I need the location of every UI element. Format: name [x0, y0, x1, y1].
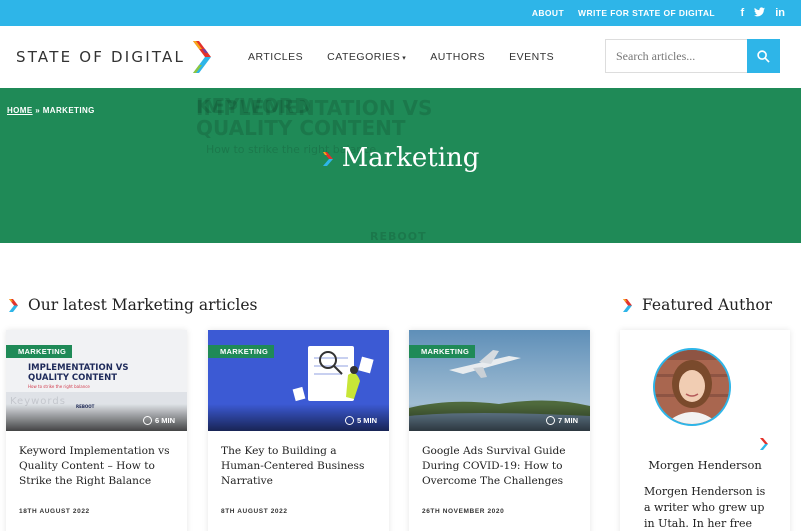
twitter-icon[interactable] — [754, 6, 766, 20]
article-title[interactable]: The Key to Building a Human-Centered Bus… — [221, 444, 379, 489]
clock-icon — [344, 416, 354, 425]
read-time-text: 6 MIN — [154, 416, 175, 425]
thumb-text-1: IMPLEMENTATION VS — [28, 363, 128, 373]
article-date: 26TH NOVEMBER 2020 — [422, 508, 505, 515]
read-time: 7 MIN — [545, 416, 578, 425]
breadcrumb: HOME » MARKETING — [7, 106, 95, 115]
caret-down-icon: ▾ — [402, 55, 407, 62]
category-tag[interactable]: MARKETING — [208, 345, 275, 358]
breadcrumb-separator: » — [35, 106, 41, 115]
author-name[interactable]: Morgen Henderson — [620, 458, 790, 472]
page-title-text: Marketing — [341, 143, 480, 173]
search-icon — [757, 49, 770, 63]
logo-text: STATE OF DIGITAL — [16, 48, 186, 66]
latest-articles-heading-text: Our latest Marketing articles — [28, 296, 258, 314]
nav-categories-label: CATEGORIES — [327, 51, 401, 63]
featured-author-card: Morgen Henderson Morgen Henderson is a w… — [620, 330, 790, 531]
site-header: STATE OF DIGITAL ARTICLES CATEGORIES ▾ AU… — [0, 26, 801, 88]
clock-icon — [545, 416, 555, 425]
heading-chevron-icon — [9, 298, 18, 312]
logo-chevron-icon — [193, 41, 212, 73]
nav-categories[interactable]: CATEGORIES ▾ — [327, 51, 406, 63]
clock-icon — [142, 416, 152, 425]
article-thumbnail[interactable]: MARKETING 5 MIN — [208, 330, 389, 431]
top-bar: ABOUT WRITE FOR STATE OF DIGITAL f in — [0, 0, 801, 26]
author-photo-art — [655, 350, 729, 424]
author-bio: Morgen Henderson is a writer who grew up… — [644, 485, 766, 530]
article-date: 18TH AUGUST 2022 — [19, 508, 90, 515]
write-for-link[interactable]: WRITE FOR STATE OF DIGITAL — [578, 8, 715, 18]
heading-chevron-icon — [623, 298, 632, 312]
article-card[interactable]: IMPLEMENTATION VS QUALITY CONTENT How to… — [6, 330, 187, 531]
featured-author-heading-text: Featured Author — [642, 296, 773, 314]
author-avatar[interactable] — [653, 348, 731, 426]
category-tag[interactable]: MARKETING — [409, 345, 476, 358]
thumb-text-2: QUALITY CONTENT — [28, 373, 117, 383]
article-title[interactable]: Google Ads Survival Guide During COVID-1… — [422, 444, 580, 489]
article-thumbnail[interactable]: MARKETING 7 MIN — [409, 330, 590, 431]
article-date: 8TH AUGUST 2022 — [221, 508, 288, 515]
category-hero: KEYWORD IMPLEMENTATION VS QUALITY CONTEN… — [0, 88, 801, 243]
article-card[interactable]: MARKETING 5 MIN The Key to Building a Hu… — [208, 330, 389, 531]
article-thumbnail[interactable]: IMPLEMENTATION VS QUALITY CONTENT How to… — [6, 330, 187, 431]
featured-author-heading: Featured Author — [622, 296, 772, 314]
read-time-text: 7 MIN — [557, 416, 578, 425]
about-link[interactable]: ABOUT — [532, 8, 564, 18]
breadcrumb-current: MARKETING — [42, 106, 95, 115]
hero-bg-text-3: QUALITY CONTENT — [196, 116, 406, 140]
search-input[interactable] — [605, 39, 747, 73]
nav-authors[interactable]: AUTHORS — [430, 51, 485, 63]
page-title: Marketing — [0, 143, 801, 173]
search-box — [605, 39, 780, 73]
latest-articles-heading: Our latest Marketing articles — [8, 296, 257, 314]
facebook-icon[interactable]: f — [741, 7, 745, 19]
main-nav: ARTICLES CATEGORIES ▾ AUTHORS EVENTS — [248, 26, 554, 88]
nav-articles[interactable]: ARTICLES — [248, 51, 303, 63]
article-card[interactable]: MARKETING 7 MIN Google Ads Survival Guid… — [409, 330, 590, 531]
read-time: 5 MIN — [344, 416, 377, 425]
social-links: f in — [741, 0, 785, 26]
article-title[interactable]: Keyword Implementation vs Quality Conten… — [19, 444, 177, 489]
next-author-icon[interactable] — [760, 438, 768, 450]
read-time-text: 5 MIN — [356, 416, 377, 425]
hero-bg-text-5: REBOOT — [370, 230, 427, 243]
top-links: ABOUT WRITE FOR STATE OF DIGITAL — [532, 0, 715, 26]
title-chevron-icon — [322, 152, 333, 166]
thumb-text-3: How to strike the right balance — [28, 384, 90, 389]
site-logo[interactable]: STATE OF DIGITAL — [16, 40, 213, 74]
search-button[interactable] — [747, 39, 780, 73]
linkedin-icon[interactable]: in — [775, 7, 785, 19]
nav-events[interactable]: EVENTS — [509, 51, 554, 63]
category-tag[interactable]: MARKETING — [6, 345, 73, 358]
breadcrumb-home[interactable]: HOME — [7, 106, 33, 115]
read-time: 6 MIN — [142, 416, 175, 425]
